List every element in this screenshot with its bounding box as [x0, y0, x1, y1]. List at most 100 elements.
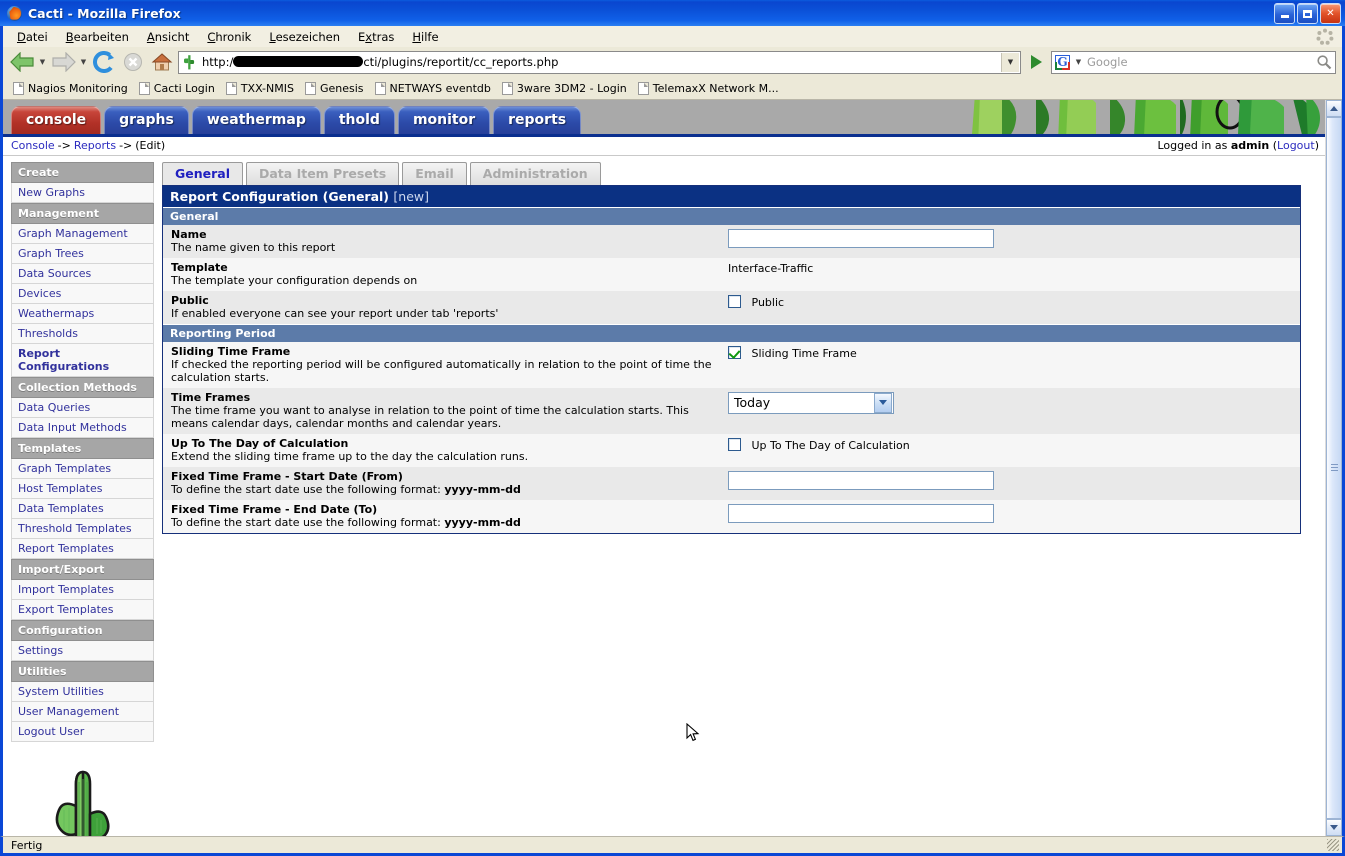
- sidebar-item-report-configurations[interactable]: Report Configurations: [11, 343, 154, 377]
- nav-tab-reports[interactable]: reports: [493, 105, 582, 134]
- sidebar-link[interactable]: Graph Trees: [18, 247, 84, 260]
- url-history-dropdown-icon[interactable]: ▼: [1001, 52, 1019, 72]
- public-checkbox[interactable]: [728, 294, 741, 308]
- sidebar-item-logout-user[interactable]: Logout User: [11, 721, 154, 742]
- reload-button[interactable]: [91, 49, 117, 75]
- sidebar-item-export-templates[interactable]: Export Templates: [11, 599, 154, 620]
- search-input[interactable]: Google: [1087, 55, 1309, 69]
- sidebar-item-graph-templates[interactable]: Graph Templates: [11, 458, 154, 479]
- sidebar-link[interactable]: Logout User: [18, 725, 84, 738]
- sidebar-link[interactable]: Host Templates: [18, 482, 102, 495]
- start-date-input[interactable]: [728, 470, 994, 490]
- search-engine-dropdown-icon[interactable]: ▼: [1074, 49, 1083, 75]
- sidebar-link[interactable]: Data Sources: [18, 267, 91, 280]
- sidebar-link[interactable]: Thresholds: [18, 327, 78, 340]
- sidebar-link[interactable]: Threshold Templates: [18, 522, 132, 535]
- sidebar-item-data-sources[interactable]: Data Sources: [11, 263, 154, 284]
- tab-email[interactable]: Email: [402, 161, 467, 185]
- bookmark-txx-nmis[interactable]: TXX-NMIS: [222, 80, 301, 97]
- sidebar-item-threshold-templates[interactable]: Threshold Templates: [11, 518, 154, 539]
- menu-lesezeichen[interactable]: Lesezeichen: [261, 28, 348, 46]
- sidebar-item-settings[interactable]: Settings: [11, 640, 154, 661]
- menu-ansicht[interactable]: Ansicht: [139, 28, 197, 46]
- sidebar-link[interactable]: Report Configurations: [18, 347, 109, 373]
- sidebar-item-data-queries[interactable]: Data Queries: [11, 397, 154, 418]
- sidebar-item-thresholds[interactable]: Thresholds: [11, 323, 154, 344]
- bookmark-genesis[interactable]: Genesis: [301, 80, 371, 97]
- minimize-button[interactable]: [1274, 3, 1295, 24]
- breadcrumb-console[interactable]: Console: [11, 139, 55, 152]
- bookmark-netways-eventdb[interactable]: NETWAYS eventdb: [371, 80, 498, 97]
- cacti-header: console graphs weathermap thold monitor …: [3, 99, 1325, 137]
- bookmark-3ware-3dm2-login[interactable]: 3ware 3DM2 - Login: [498, 80, 634, 97]
- sidebar-link[interactable]: Graph Management: [18, 227, 128, 240]
- sidebar-link[interactable]: Devices: [18, 287, 61, 300]
- sidebar-link[interactable]: Report Templates: [18, 542, 114, 555]
- sidebar-item-weathermaps[interactable]: Weathermaps: [11, 303, 154, 324]
- bookmark-telemaxx-network[interactable]: TelemaxX Network M...: [634, 80, 786, 97]
- sidebar-link[interactable]: Data Templates: [18, 502, 104, 515]
- vertical-scrollbar[interactable]: [1325, 99, 1342, 837]
- name-input[interactable]: [728, 228, 994, 248]
- scrollbar-thumb[interactable]: [1326, 116, 1342, 820]
- bookmark-nagios-monitoring[interactable]: Nagios Monitoring: [9, 80, 135, 97]
- time-frames-select[interactable]: Today: [728, 391, 894, 414]
- sidebar-item-report-templates[interactable]: Report Templates: [11, 538, 154, 559]
- sidebar-link[interactable]: Data Input Methods: [18, 421, 127, 434]
- breadcrumb-reports[interactable]: Reports: [74, 139, 116, 152]
- menu-extras[interactable]: Extras: [350, 28, 402, 46]
- sidebar-item-new-graphs[interactable]: New Graphs: [11, 182, 154, 203]
- home-button[interactable]: [149, 49, 175, 75]
- nav-tab-weathermap[interactable]: weathermap: [191, 105, 321, 134]
- search-icon[interactable]: [1313, 52, 1335, 73]
- search-bar[interactable]: G ▼ Google: [1051, 49, 1336, 75]
- menu-chronik[interactable]: Chronik: [199, 28, 259, 46]
- sidebar-link[interactable]: New Graphs: [18, 186, 85, 199]
- end-date-input[interactable]: [728, 503, 994, 523]
- browser-chrome: DDateiatei Bearbeiten Ansicht Chronik Le…: [0, 26, 1345, 837]
- sliding-time-frame-checkbox[interactable]: [728, 345, 741, 359]
- form-label-cell: Template The template your configuration…: [163, 258, 720, 291]
- logout-link[interactable]: Logout: [1277, 139, 1315, 152]
- nav-tab-monitor[interactable]: monitor: [397, 105, 491, 134]
- sidebar-item-devices[interactable]: Devices: [11, 283, 154, 304]
- sidebar-link[interactable]: Export Templates: [18, 603, 113, 616]
- sidebar-item-user-management[interactable]: User Management: [11, 701, 154, 722]
- go-button[interactable]: [1024, 50, 1048, 74]
- menu-hilfe[interactable]: Hilfe: [404, 28, 446, 46]
- sidebar-item-graph-management[interactable]: Graph Management: [11, 223, 154, 244]
- nav-tab-console[interactable]: console: [11, 105, 102, 134]
- resize-grip-icon[interactable]: [1327, 839, 1339, 852]
- sidebar-item-import-templates[interactable]: Import Templates: [11, 579, 154, 600]
- up-to-day-checkbox[interactable]: [728, 437, 741, 451]
- close-button[interactable]: ✕: [1320, 3, 1341, 24]
- sidebar-link[interactable]: Import Templates: [18, 583, 114, 596]
- nav-tab-graphs[interactable]: graphs: [104, 105, 189, 134]
- nav-tab-thold[interactable]: thold: [323, 105, 395, 134]
- sidebar-item-system-utilities[interactable]: System Utilities: [11, 681, 154, 702]
- tab-data-item-presets[interactable]: Data Item Presets: [246, 161, 400, 185]
- sidebar-link[interactable]: Settings: [18, 644, 63, 657]
- sidebar-link[interactable]: Graph Templates: [18, 462, 111, 475]
- scroll-up-button[interactable]: [1326, 99, 1342, 117]
- sidebar-link[interactable]: Weathermaps: [18, 307, 94, 320]
- url-bar[interactable]: http:/ cti/plugins/reportit/cc_reports.ph…: [178, 50, 1021, 74]
- back-button[interactable]: [9, 49, 35, 75]
- sidebar-link[interactable]: User Management: [18, 705, 119, 718]
- sidebar-item-graph-trees[interactable]: Graph Trees: [11, 243, 154, 264]
- chevron-down-icon[interactable]: [874, 392, 892, 413]
- sidebar-item-data-templates[interactable]: Data Templates: [11, 498, 154, 519]
- menu-bearbeiten[interactable]: Bearbeiten: [58, 28, 137, 46]
- sidebar-link[interactable]: Data Queries: [18, 401, 90, 414]
- tab-general[interactable]: General: [162, 161, 243, 185]
- back-dropdown-icon[interactable]: ▼: [38, 49, 47, 75]
- sidebar-item-data-input-methods[interactable]: Data Input Methods: [11, 417, 154, 438]
- maximize-button[interactable]: [1297, 3, 1318, 24]
- menu-datei[interactable]: DDateiatei: [9, 28, 56, 46]
- sidebar-item-host-templates[interactable]: Host Templates: [11, 478, 154, 499]
- scroll-down-button[interactable]: [1326, 819, 1342, 837]
- form-row-time-frames: Time Frames The time frame you want to a…: [163, 387, 1300, 434]
- sidebar-link[interactable]: System Utilities: [18, 685, 104, 698]
- bookmark-cacti-login[interactable]: Cacti Login: [135, 80, 222, 97]
- tab-administration[interactable]: Administration: [469, 161, 601, 185]
